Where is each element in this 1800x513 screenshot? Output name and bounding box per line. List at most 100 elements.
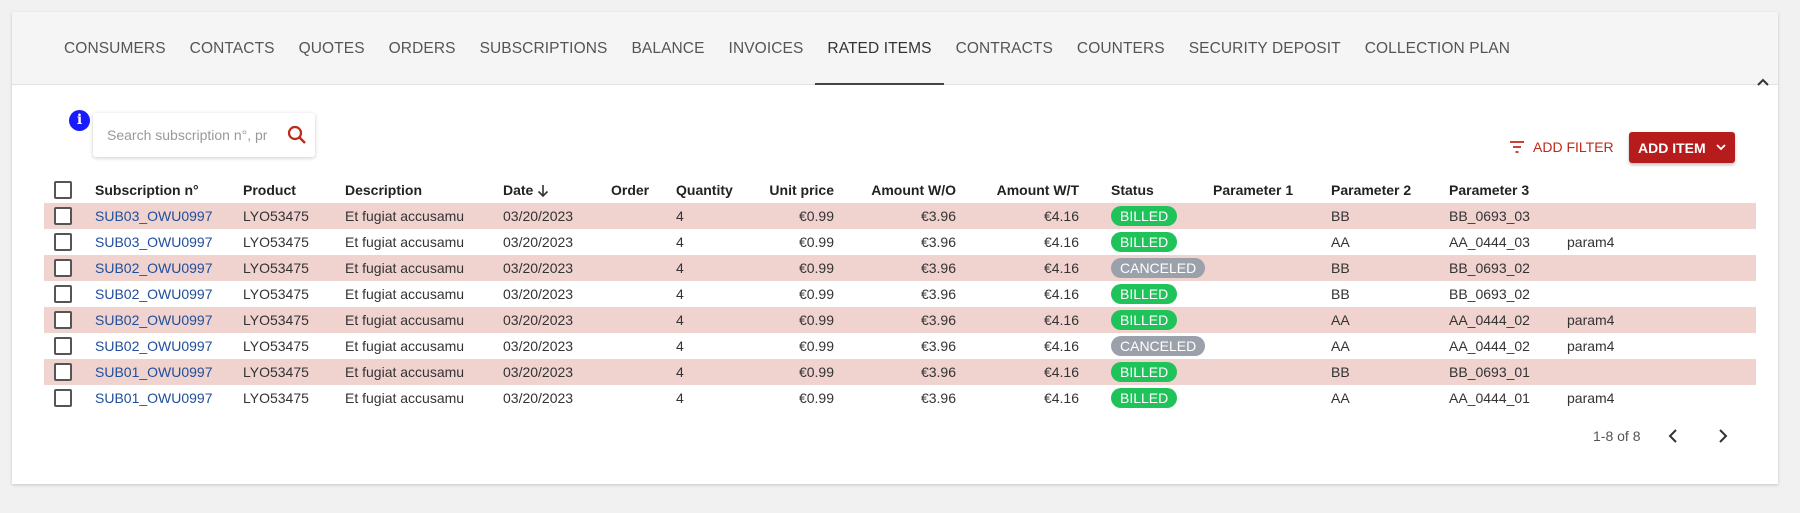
tab-invoices[interactable]: Invoices <box>717 12 816 85</box>
subscription-link[interactable]: SUB02_OWU0997 <box>95 312 213 328</box>
subscription-link[interactable]: SUB01_OWU0997 <box>95 390 213 406</box>
rated-items-card: Consumers Contacts Quotes Orders Subscriptio… <box>12 12 1778 484</box>
table-row[interactable]: SUB02_OWU0997 LYO53475 Et fugiat accusamu 0… <box>44 281 1756 307</box>
product-cell: LYO53475 <box>243 234 309 250</box>
column-header[interactable]: Status <box>1111 177 1213 203</box>
description-cell: Et fugiat accusamu <box>345 390 465 406</box>
chevron-right-icon[interactable] <box>1711 425 1733 447</box>
extra-parameter-cell <box>1567 281 1756 307</box>
status-badge: BILLED <box>1111 284 1178 304</box>
column-header[interactable]: Parameter 1 <box>1213 177 1331 203</box>
parameter-3-cell: AA_0444_01 <box>1449 390 1530 406</box>
amount-wt-cell: €4.16 <box>956 255 1079 281</box>
parameter-2-cell: AA <box>1331 307 1449 333</box>
row-checkbox[interactable] <box>54 389 72 408</box>
column-header[interactable]: Amount W/T <box>956 177 1079 203</box>
add-filter-button[interactable]: Add filter <box>1509 135 1614 159</box>
add-item-button[interactable]: Add item <box>1629 132 1735 163</box>
column-header[interactable]: Unit price <box>751 177 834 203</box>
parameter-1-cell <box>1213 307 1331 333</box>
tab-quotes[interactable]: Quotes <box>287 12 377 85</box>
parameter-2-cell: AA <box>1331 338 1350 354</box>
parameter-1-cell <box>1213 281 1331 307</box>
subscription-link[interactable]: SUB01_OWU0997 <box>95 364 213 380</box>
description-cell: Et fugiat accusamu <box>345 255 503 281</box>
column-header-date[interactable]: Date <box>503 177 611 203</box>
tab-rated-items[interactable]: Rated items <box>815 12 944 85</box>
quantity-cell: 4 <box>676 255 751 281</box>
row-checkbox[interactable] <box>54 337 72 356</box>
date-cell: 03/20/2023 <box>503 307 611 333</box>
amount-wo-cell: €3.96 <box>920 390 956 406</box>
tabs: Consumers Contacts Quotes Orders Subscriptio… <box>52 12 1522 85</box>
status-cell: BILLED <box>1111 385 1213 411</box>
amount-wt-cell: €4.16 <box>1043 390 1079 406</box>
tab-balance[interactable]: Balance <box>619 12 716 85</box>
parameter-2-cell: BB <box>1331 359 1449 385</box>
subscription-cell: SUB03_OWU0997 <box>95 229 243 255</box>
column-header[interactable] <box>1079 177 1111 203</box>
filter-icon <box>1510 141 1524 153</box>
row-checkbox[interactable] <box>54 285 72 304</box>
info-icon[interactable]: i <box>69 110 90 131</box>
tab-consumers[interactable]: Consumers <box>52 12 178 85</box>
chevron-up-icon[interactable] <box>1754 74 1772 92</box>
description-cell: Et fugiat accusamu <box>345 234 465 250</box>
tab-contracts[interactable]: Contracts <box>944 12 1065 85</box>
table-row[interactable]: SUB01_OWU0997 LYO53475 Et fugiat accusamu 0… <box>44 359 1756 385</box>
column-header[interactable]: Order <box>611 177 676 203</box>
column-header[interactable]: Amount W/O <box>834 177 956 203</box>
amount-wt-cell: €4.16 <box>1043 338 1079 354</box>
product-cell: LYO53475 <box>243 390 309 406</box>
parameter-2-cell: AA <box>1331 234 1350 250</box>
product-cell: LYO53475 <box>243 255 345 281</box>
row-checkbox[interactable] <box>54 259 72 278</box>
subscription-link[interactable]: SUB03_OWU0997 <box>95 208 213 224</box>
column-header[interactable]: Parameter 3 <box>1449 177 1567 203</box>
status-badge: CANCELED <box>1111 336 1206 356</box>
table-row[interactable]: SUB02_OWU0997 LYO53475 Et fugiat accusamu 0… <box>44 333 1756 359</box>
row-checkbox[interactable] <box>54 207 72 226</box>
extra-parameter-cell <box>1567 203 1756 229</box>
subscription-link[interactable]: SUB02_OWU0997 <box>95 286 213 302</box>
table-row[interactable]: SUB03_OWU0997 LYO53475 Et fugiat accusamu 0… <box>44 229 1756 255</box>
subscription-link[interactable]: SUB03_OWU0997 <box>95 234 213 250</box>
subscription-link[interactable]: SUB02_OWU0997 <box>95 260 213 276</box>
search-icon[interactable] <box>285 123 309 147</box>
row-checkbox[interactable] <box>54 233 72 252</box>
tab-security-deposit[interactable]: Security deposit <box>1177 12 1353 85</box>
quantity-cell: 4 <box>676 359 751 385</box>
tab-subscriptions[interactable]: Subscriptions <box>468 12 620 85</box>
date-cell: 03/20/2023 <box>503 286 574 302</box>
order-cell <box>611 281 676 307</box>
subscription-link[interactable]: SUB02_OWU0997 <box>95 338 213 354</box>
column-header[interactable]: Product <box>243 177 345 203</box>
parameter-3-cell: AA_0444_03 <box>1449 234 1530 250</box>
product-cell: LYO53475 <box>243 286 309 302</box>
extra-parameter-cell: param4 <box>1567 234 1615 250</box>
tab-contacts[interactable]: Contacts <box>178 12 287 85</box>
column-header[interactable]: Description <box>345 177 503 203</box>
status-badge: BILLED <box>1111 232 1178 252</box>
parameter-3-cell: AA_0444_02 <box>1449 307 1567 333</box>
column-header[interactable]: Parameter 2 <box>1331 177 1449 203</box>
amount-wt-cell: €4.16 <box>956 307 1079 333</box>
product-cell: LYO53475 <box>243 338 309 354</box>
chevron-left-icon[interactable] <box>1663 425 1685 447</box>
tab-counters[interactable]: Counters <box>1065 12 1177 85</box>
row-checkbox[interactable] <box>54 363 72 382</box>
status-badge: BILLED <box>1111 362 1178 382</box>
select-all-checkbox[interactable] <box>54 181 72 200</box>
column-header[interactable]: Quantity <box>676 177 751 203</box>
table-row[interactable]: SUB02_OWU0997 LYO53475 Et fugiat accusamu 0… <box>44 307 1756 333</box>
search-input[interactable] <box>107 125 267 145</box>
date-cell: 03/20/2023 <box>503 390 574 406</box>
table-row[interactable]: SUB02_OWU0997 LYO53475 Et fugiat accusamu 0… <box>44 255 1756 281</box>
tab-collection-plan[interactable]: Collection plan <box>1353 12 1522 85</box>
table-row[interactable]: SUB03_OWU0997 LYO53475 Et fugiat accusamu 0… <box>44 203 1756 229</box>
row-checkbox[interactable] <box>54 311 72 330</box>
tab-orders[interactable]: Orders <box>377 12 468 85</box>
product-cell: LYO53475 <box>243 359 345 385</box>
column-header[interactable]: Subscription n° <box>95 177 243 203</box>
table-row[interactable]: SUB01_OWU0997 LYO53475 Et fugiat accusamu 0… <box>44 385 1756 411</box>
